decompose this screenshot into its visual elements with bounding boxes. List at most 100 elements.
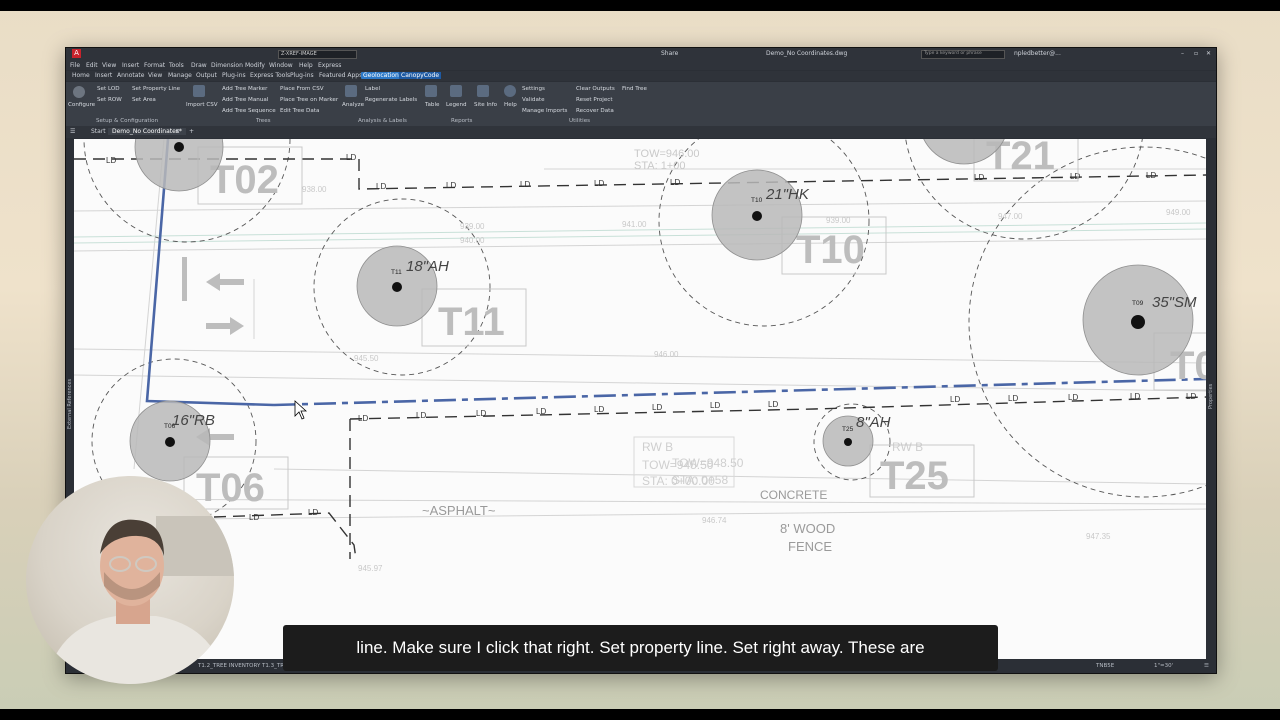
menu-express[interactable]: Express bbox=[318, 62, 341, 69]
edit-tree-data-button[interactable]: Edit Tree Data bbox=[280, 108, 319, 114]
drawing-svg[interactable]: LD LD LD LD LD LD LD LD LD LD LD LD LD L… bbox=[74, 139, 1206, 659]
minimize-button[interactable]: – bbox=[1181, 50, 1184, 57]
set-area-button[interactable]: Set Area bbox=[132, 97, 156, 103]
tree-tag: T10 bbox=[751, 197, 763, 204]
menu-window[interactable]: Window bbox=[269, 62, 293, 69]
analyze-icon[interactable] bbox=[345, 85, 357, 97]
fence-label-line1: 8' WOOD bbox=[780, 521, 835, 536]
layout-tab[interactable]: T1.2_TREE INVENTORY bbox=[198, 663, 260, 669]
table-icon[interactable] bbox=[425, 85, 437, 97]
add-tree-manual-button[interactable]: Add Tree Manual bbox=[222, 97, 268, 103]
menu-file[interactable]: File bbox=[70, 62, 80, 69]
close-button[interactable]: ✕ bbox=[1206, 50, 1211, 57]
annotation-scale[interactable]: 1"=30' bbox=[1154, 663, 1173, 669]
tab-manage[interactable]: Manage bbox=[166, 72, 194, 79]
ld-label: LD bbox=[446, 181, 456, 190]
close-tab-icon[interactable]: ✕ bbox=[175, 128, 180, 135]
letterbox-bottom bbox=[0, 709, 1280, 720]
menu-help[interactable]: Help bbox=[299, 62, 313, 69]
label-button[interactable]: Label bbox=[365, 86, 380, 92]
regenerate-labels-button[interactable]: Regenerate Labels bbox=[365, 97, 417, 103]
site-info-icon[interactable] bbox=[477, 85, 489, 97]
configure-button[interactable]: Configure bbox=[68, 102, 95, 108]
validate-button[interactable]: Validate bbox=[522, 97, 545, 103]
tab-plugins[interactable]: Plug-ins bbox=[220, 72, 248, 79]
set-lod-button[interactable]: Set LOD bbox=[97, 86, 120, 92]
user-account[interactable]: npledbetter@... bbox=[1014, 50, 1061, 57]
tab-featured-apps[interactable]: Featured Apps bbox=[317, 72, 364, 79]
help-icon[interactable] bbox=[504, 85, 516, 97]
tab-express-tools[interactable]: Express Tools bbox=[248, 72, 292, 79]
find-tree-button[interactable]: Find Tree bbox=[622, 86, 647, 92]
menu-dimension[interactable]: Dimension bbox=[211, 62, 243, 69]
new-tab-button[interactable]: + bbox=[189, 128, 194, 135]
tree-trunk bbox=[174, 142, 184, 152]
menu-edit[interactable]: Edit bbox=[86, 62, 98, 69]
tab-canopycode[interactable]: CanopyCode bbox=[399, 72, 442, 79]
share-link[interactable]: Share bbox=[661, 50, 678, 57]
autocad-logo-icon[interactable]: A bbox=[72, 49, 81, 58]
menu-format[interactable]: Format bbox=[144, 62, 165, 69]
tab-annotate[interactable]: Annotate bbox=[115, 72, 146, 79]
tree-size-label: 35"SM bbox=[1152, 294, 1197, 311]
menu-modify[interactable]: Modify bbox=[245, 62, 265, 69]
tree-tags: T11 T10 T09 T06 T25 bbox=[164, 197, 1144, 433]
site-labels: ~ASPHALT~ CONCRETE 8' WOOD FENCE bbox=[422, 488, 835, 554]
coordinate-system[interactable]: TNB5E bbox=[1096, 663, 1114, 669]
sta-label: STA: 1+00 bbox=[634, 160, 685, 172]
tree-canopies[interactable] bbox=[129, 139, 1194, 482]
maximize-button[interactable]: ▫ bbox=[1194, 50, 1198, 57]
tab-output[interactable]: Output bbox=[194, 72, 219, 79]
settings-button[interactable]: Settings bbox=[522, 86, 545, 92]
place-from-csv-button[interactable]: Place From CSV bbox=[280, 86, 324, 92]
tow-label: TOW=946.00 bbox=[634, 148, 700, 160]
elevation-label: 940.00 bbox=[460, 236, 485, 245]
manage-imports-button[interactable]: Manage Imports bbox=[522, 108, 567, 114]
import-csv-button[interactable]: Import CSV bbox=[186, 102, 218, 108]
gear-icon[interactable] bbox=[73, 86, 85, 98]
tab-plugins-2[interactable]: Plug-ins bbox=[288, 72, 316, 79]
ld-label: LD bbox=[476, 409, 486, 418]
tab-geolocation[interactable]: Geolocation bbox=[361, 72, 401, 79]
help-button[interactable]: Help bbox=[504, 102, 517, 108]
site-info-button[interactable]: Site Info bbox=[474, 102, 497, 108]
fence-label-line2: FENCE bbox=[788, 539, 832, 554]
setup-panel-label: Setup & Configuration bbox=[96, 118, 159, 124]
menu-insert[interactable]: Insert bbox=[122, 62, 139, 69]
tree-tag: T25 bbox=[842, 426, 854, 433]
set-row-button[interactable]: Set ROW bbox=[97, 97, 122, 103]
tab-insert[interactable]: Insert bbox=[93, 72, 114, 79]
legend-icon[interactable] bbox=[450, 85, 462, 97]
import-csv-icon[interactable] bbox=[193, 85, 205, 97]
recover-data-button[interactable]: Recover Data bbox=[576, 108, 614, 114]
tree-id-big: T06 bbox=[196, 466, 265, 510]
menu-view[interactable]: View bbox=[102, 62, 116, 69]
search-input[interactable]: Type a keyword or phrase bbox=[921, 50, 1005, 59]
tow-label: TOW=948.50 bbox=[672, 456, 744, 470]
concrete-label: CONCRETE bbox=[760, 488, 827, 502]
legend-button[interactable]: Legend bbox=[446, 102, 467, 108]
external-references-label[interactable]: External References bbox=[67, 379, 73, 429]
layer-combo[interactable]: Z-XREF-IMAGE bbox=[278, 50, 357, 59]
reset-project-button[interactable]: Reset Project bbox=[576, 97, 613, 103]
place-tree-on-marker-button[interactable]: Place Tree on Marker bbox=[280, 97, 338, 103]
title-bar: A Z-XREF-IMAGE Share Demo_No Coordinates… bbox=[66, 48, 1216, 60]
properties-label[interactable]: Properties bbox=[1208, 384, 1214, 409]
set-property-line-button[interactable]: Set Property Line bbox=[132, 86, 180, 92]
add-tree-sequence-button[interactable]: Add Tree Sequence bbox=[222, 108, 276, 114]
tab-view[interactable]: View bbox=[146, 72, 164, 79]
table-button[interactable]: Table bbox=[425, 102, 439, 108]
menu-tools[interactable]: Tools bbox=[169, 62, 184, 69]
analyze-button[interactable]: Analyze bbox=[342, 102, 364, 108]
customize-icon[interactable]: ☰ bbox=[1204, 663, 1209, 669]
hamburger-icon[interactable]: ☰ bbox=[70, 128, 75, 135]
tab-home[interactable]: Home bbox=[70, 72, 92, 79]
elevation-label: 947.35 bbox=[1086, 532, 1111, 541]
elevation-label: 946.00 bbox=[654, 350, 679, 359]
tab-start[interactable]: Start bbox=[91, 128, 106, 135]
ld-label: LD bbox=[594, 179, 604, 188]
add-tree-marker-button[interactable]: Add Tree Marker bbox=[222, 86, 267, 92]
drawing-canvas[interactable]: LD LD LD LD LD LD LD LD LD LD LD LD LD L… bbox=[74, 139, 1206, 659]
clear-outputs-button[interactable]: Clear Outputs bbox=[576, 86, 615, 92]
menu-draw[interactable]: Draw bbox=[191, 62, 207, 69]
